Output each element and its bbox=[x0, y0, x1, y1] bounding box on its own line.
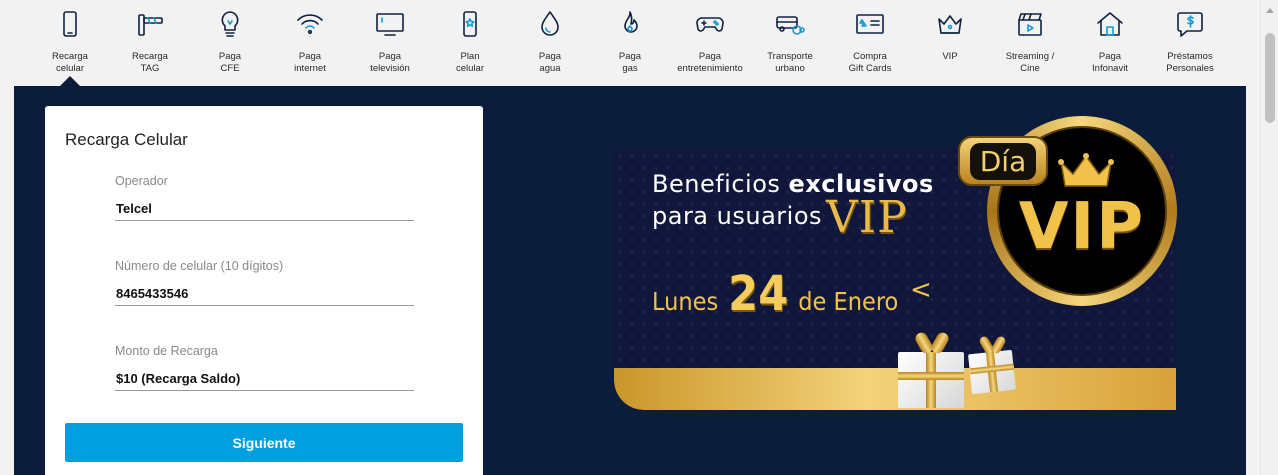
operator-field: Operador Telcel bbox=[115, 174, 414, 221]
gift-box-large-icon bbox=[898, 330, 968, 410]
phone-field: Número de celular (10 dígitos) 846543354… bbox=[115, 259, 414, 306]
clapperboard-icon bbox=[1014, 8, 1046, 40]
nav-item-compra-gift-cards[interactable]: Compra Gift Cards bbox=[830, 0, 910, 86]
operator-label: Operador bbox=[115, 174, 168, 188]
dia-badge-text: Día bbox=[969, 142, 1037, 180]
nav-item-label: Paga internet bbox=[294, 51, 326, 74]
nav-item-label: Paga agua bbox=[538, 51, 562, 74]
mobile-phone-icon bbox=[54, 8, 86, 40]
nav-item-streaming-cine[interactable]: Streaming / Cine bbox=[990, 0, 1070, 86]
phone-label: Número de celular (10 dígitos) bbox=[115, 259, 284, 273]
operator-select[interactable]: Telcel bbox=[115, 201, 414, 221]
banner-line2: para usuarios bbox=[652, 202, 822, 230]
phone-input[interactable]: 8465433546 bbox=[115, 286, 414, 306]
nav-item-paga-gas[interactable]: Paga gas bbox=[590, 0, 670, 86]
nav-item-paga-internet[interactable]: Paga internet bbox=[270, 0, 350, 86]
flame-icon bbox=[614, 8, 646, 40]
television-icon bbox=[374, 8, 406, 40]
nav-item-label: Streaming / Cine bbox=[1005, 51, 1055, 74]
nav-item-label: Préstamos Personales bbox=[1166, 51, 1214, 74]
water-drop-icon bbox=[534, 8, 566, 40]
gamepad-icon bbox=[694, 8, 726, 40]
nav-item-label: Plan celular bbox=[456, 51, 484, 74]
next-button[interactable]: Siguiente bbox=[65, 423, 463, 462]
page-scrollbar[interactable] bbox=[1260, 0, 1278, 475]
scroll-up-arrow-icon[interactable] bbox=[1266, 8, 1274, 13]
nav-item-prestamos-personales[interactable]: Préstamos Personales bbox=[1150, 0, 1230, 86]
banner-date-prefix: Lunes bbox=[652, 287, 719, 316]
nav-item-paga-agua[interactable]: Paga agua bbox=[510, 0, 590, 86]
nav-item-recarga-tag[interactable]: Recarga TAG bbox=[110, 0, 190, 86]
nav-item-paga-infonavit[interactable]: Paga Infonavit bbox=[1070, 0, 1150, 86]
money-bubble-icon bbox=[1174, 8, 1206, 40]
banner-vip-word: VIP bbox=[826, 192, 908, 243]
amount-label: Monto de Recarga bbox=[115, 344, 218, 358]
bus-icon bbox=[774, 8, 806, 40]
nav-item-label: Paga CFE bbox=[218, 51, 242, 74]
banner-date-suffix: de Enero bbox=[798, 287, 899, 316]
toll-tag-icon bbox=[134, 8, 166, 40]
form-title: Recarga Celular bbox=[65, 130, 188, 149]
banner-date-day: 24 bbox=[728, 266, 789, 322]
nav-item-vip[interactable]: VIP bbox=[910, 0, 990, 86]
nav-item-paga-cfe[interactable]: Paga CFE bbox=[190, 0, 270, 86]
nav-item-label: Recarga celular bbox=[52, 51, 88, 74]
nav-item-transporte-urbano[interactable]: Transporte urbano bbox=[750, 0, 830, 86]
phone-plan-icon bbox=[454, 8, 486, 40]
nav-item-label: Transporte urbano bbox=[767, 51, 813, 74]
nav-item-label: Paga entretenimiento bbox=[677, 51, 743, 74]
nav-item-label: Paga Infonavit bbox=[1092, 51, 1128, 74]
nav-item-label: VIP bbox=[942, 51, 958, 62]
amount-field: Monto de Recarga $10 (Recarga Saldo) bbox=[115, 344, 414, 391]
banner-prev-chevron-icon[interactable]: < bbox=[910, 275, 932, 305]
service-nav: Recarga celular Recarga TAG Paga CFE Pag… bbox=[0, 0, 1260, 86]
scrollbar-thumb[interactable] bbox=[1265, 33, 1275, 123]
nav-item-paga-television[interactable]: Paga televisión bbox=[350, 0, 430, 86]
house-icon bbox=[1094, 8, 1126, 40]
medallion-vip-text: VIP bbox=[1018, 190, 1146, 264]
nav-item-plan-celular[interactable]: Plan celular bbox=[430, 0, 510, 86]
banner-gold-band bbox=[614, 368, 1176, 410]
crown-icon bbox=[934, 8, 966, 40]
gift-card-icon bbox=[854, 8, 886, 40]
banner-date: Lunes 24 de Enero bbox=[652, 266, 898, 322]
recharge-form-card: Recarga Celular Operador Telcel Número d… bbox=[45, 106, 483, 475]
amount-select[interactable]: $10 (Recarga Saldo) bbox=[115, 371, 414, 391]
hero-section: Recarga Celular Operador Telcel Número d… bbox=[14, 86, 1246, 475]
nav-item-label: Paga gas bbox=[618, 51, 642, 74]
wifi-icon bbox=[294, 8, 326, 40]
light-bulb-icon bbox=[214, 8, 246, 40]
banner-line1-prefix: Beneficios bbox=[652, 170, 781, 198]
nav-item-paga-entretenimiento[interactable]: Paga entretenimiento bbox=[670, 0, 750, 86]
nav-item-label: Compra Gift Cards bbox=[848, 51, 892, 74]
crown-icon bbox=[1058, 153, 1114, 187]
dia-badge: Día bbox=[958, 136, 1048, 186]
nav-item-label: Recarga TAG bbox=[132, 51, 168, 74]
nav-item-label: Paga televisión bbox=[370, 51, 410, 74]
gift-box-small-icon bbox=[968, 334, 1020, 395]
nav-item-recarga-celular[interactable]: Recarga celular bbox=[30, 0, 110, 86]
